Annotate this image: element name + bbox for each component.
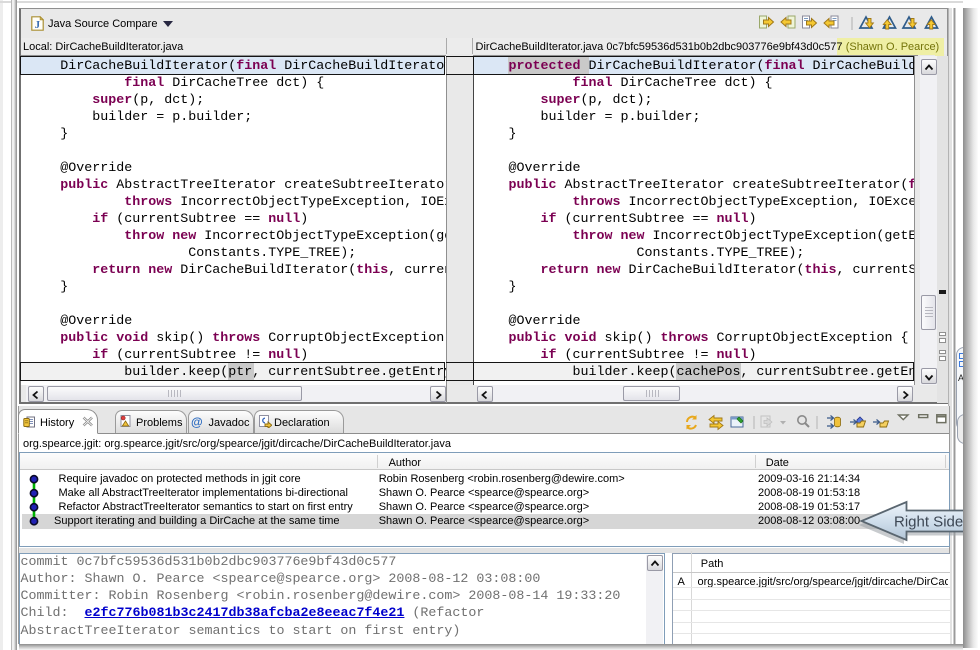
svg-text:Right Side: Right Side — [894, 514, 963, 531]
svg-text:J: J — [35, 19, 41, 31]
